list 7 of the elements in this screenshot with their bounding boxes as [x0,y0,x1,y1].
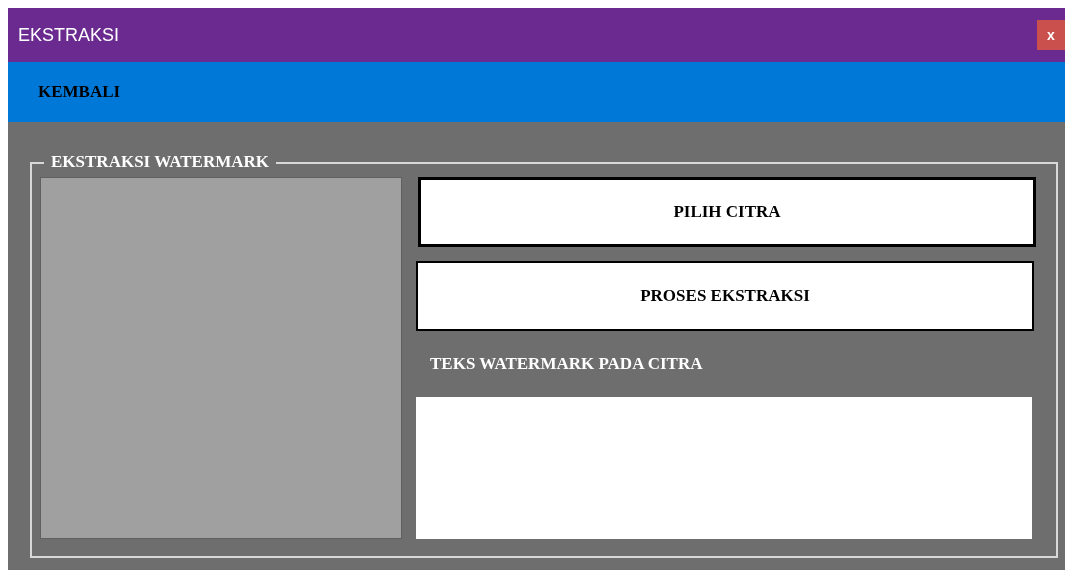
close-button[interactable]: x [1037,20,1065,50]
result-label: TEKS WATERMARK PADA CITRA [430,353,704,375]
result-text-area[interactable] [416,397,1032,539]
back-menu-item[interactable]: KEMBALI [38,79,121,105]
action-button[interactable]: PROSES EKSTRAKSI [416,261,1034,331]
window-title: EKSTRAKSI [18,23,120,47]
action-button[interactable]: PILIH CITRA [418,177,1036,247]
